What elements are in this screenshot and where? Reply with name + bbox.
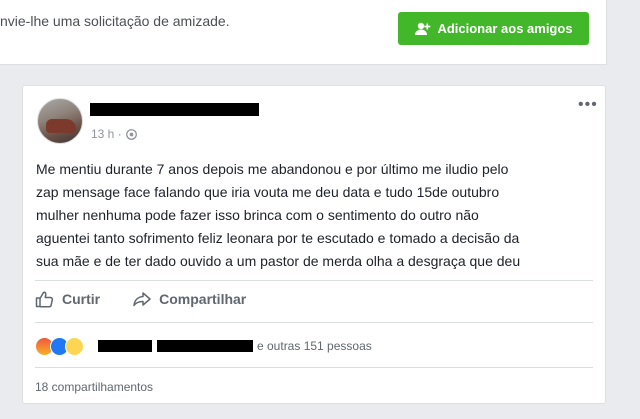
author-name-redacted[interactable] — [90, 103, 259, 116]
more-options-icon[interactable]: ••• — [578, 97, 598, 113]
post-timestamp[interactable]: 13 h · — [91, 127, 137, 141]
shares-count[interactable]: 18 compartilhamentos — [35, 380, 153, 394]
like-button[interactable]: Curtir — [35, 290, 100, 308]
reactor-name-redacted — [98, 340, 152, 352]
friend-request-banner: nvie-lhe uma solicitação de amizade. Adi… — [0, 0, 607, 65]
reactor-name-redacted — [217, 340, 253, 352]
add-friends-label: Adicionar aos amigos — [437, 21, 573, 36]
add-friends-button[interactable]: Adicionar aos amigos — [398, 12, 589, 45]
share-label: Compartilhar — [159, 291, 247, 307]
like-label: Curtir — [62, 291, 101, 307]
divider — [35, 322, 593, 323]
reactor-name-redacted — [157, 340, 217, 352]
share-button[interactable]: Compartilhar — [132, 290, 246, 308]
reactions-others: e outras 151 pessoas — [257, 339, 372, 353]
divider — [35, 367, 593, 368]
reactions-summary[interactable]: e outras 151 pessoas — [35, 336, 372, 356]
post-text: Me mentiu durante 7 anos depois me aband… — [36, 161, 521, 269]
globe-icon — [125, 128, 137, 140]
post-actions: Curtir Compartilhar — [35, 281, 278, 317]
share-icon — [133, 292, 151, 307]
wow-icon — [65, 336, 84, 356]
timestamp-text: 13 h · — [91, 127, 122, 141]
avatar[interactable] — [37, 98, 83, 144]
banner-text: nvie-lhe uma solicitação de amizade. — [0, 13, 230, 29]
add-friend-icon — [415, 22, 431, 35]
post-card: 13 h · ••• Me mentiu durante 7 anos depo… — [22, 85, 606, 404]
like-icon — [35, 291, 54, 308]
